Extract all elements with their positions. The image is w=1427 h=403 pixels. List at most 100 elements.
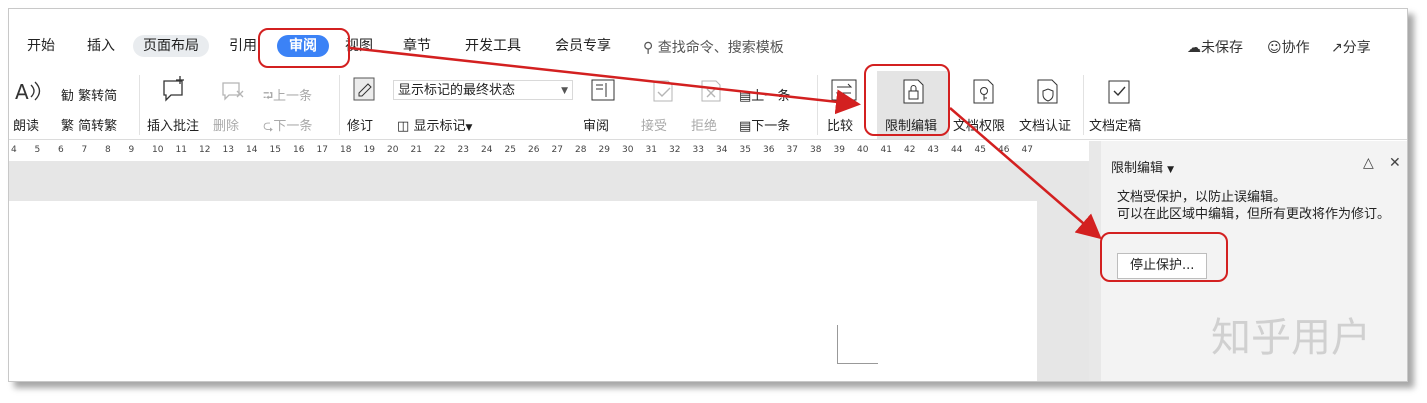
prev-change-icon: ▤ — [739, 89, 752, 104]
show-markup-label: 显示标记 — [413, 119, 466, 134]
ruler-tick: 15 — [269, 145, 281, 155]
ruler-tick: 19 — [363, 145, 375, 155]
doc-finalize-label: 文档定稿 — [1089, 119, 1142, 134]
collaborate-label: 协作 — [1281, 40, 1310, 56]
unsaved-label: 未保存 — [1201, 40, 1243, 56]
next-change-button[interactable]: ▤下一条 — [739, 115, 790, 134]
next-comment-button[interactable]: ⮎下一条 — [263, 115, 312, 139]
ruler-tick: 30 — [622, 145, 634, 155]
ruler-tick: 39 — [833, 145, 845, 155]
protection-line-2: 可以在此区域中编辑，但所有更改将作为修订。 — [1117, 207, 1391, 222]
ruler-tick: 28 — [575, 145, 587, 155]
cloud-icon: ☁ — [1187, 40, 1201, 56]
share-icon: ↗ — [1331, 40, 1343, 56]
prev-comment-label: 上一条 — [273, 89, 313, 104]
command-search[interactable]: ⚲ 查找命令、搜索模板 — [643, 37, 784, 57]
reject-label: 拒绝 — [691, 119, 718, 134]
user-icon: ☺ — [1267, 40, 1282, 56]
pane-title-dropdown[interactable]: 限制编辑 ▼ — [1111, 157, 1174, 176]
prev-comment-button[interactable]: ⮒上一条 — [263, 85, 312, 109]
ruler-tick: 21 — [410, 145, 422, 155]
page-margin-marker — [837, 325, 878, 364]
simp-to-trad-button[interactable]: 繁 简转繁 — [61, 115, 117, 134]
ruler-tick: 4 — [11, 145, 17, 155]
ruler-tick: 24 — [481, 145, 493, 155]
review-label: 审阅 — [583, 119, 610, 134]
ruler-tick: 5 — [34, 145, 41, 155]
ruler-tick: 38 — [810, 145, 822, 155]
collaborate-button[interactable]: ☺协作 — [1267, 37, 1310, 57]
app-window: 开始 插入 页面布局 引用 审阅 视图 章节 开发工具 会员专享 ⚲ 查找命令、… — [8, 8, 1408, 382]
doc-permissions-label: 文档权限 — [953, 119, 1006, 134]
simp-trad-icon: 繁 — [61, 119, 75, 134]
pin-icon[interactable]: △ — [1363, 155, 1374, 171]
ruler-tick: 20 — [387, 145, 399, 155]
accept-icon — [653, 80, 673, 102]
next-comment-label: 下一条 — [273, 119, 313, 134]
chevron-down-icon: ▼ — [465, 123, 473, 133]
share-button[interactable]: ↗分享 — [1331, 37, 1371, 57]
ruler-tick: 18 — [340, 145, 352, 155]
tab-start[interactable]: 开始 — [27, 37, 55, 55]
ruler-tick: 41 — [880, 145, 892, 155]
markup-display-select[interactable]: 显示标记的最终状态 ▼ — [393, 80, 573, 100]
ruler-tick: 44 — [951, 145, 963, 155]
prev-comment-icon: ⮒ — [263, 89, 274, 104]
ruler-tick: 14 — [246, 145, 258, 155]
prev-change-button[interactable]: ▤上一条 — [739, 85, 790, 104]
document-area — [9, 161, 1089, 381]
ruler-tick: 36 — [763, 145, 775, 155]
trad-simp-icon: 勧 — [61, 89, 75, 104]
ruler-tick: 9 — [128, 145, 135, 155]
next-change-icon: ▤ — [739, 119, 752, 134]
ruler-tick: 11 — [175, 145, 187, 155]
finalize-icon — [1108, 80, 1130, 104]
horizontal-ruler[interactable]: 4 5 6 7 8 9 10 11 12 13 14 15 16 17 18 19 20 21 22 23 24 25 26… — [9, 141, 1089, 161]
show-markup-button[interactable]: ◫ 显示标记▼ — [397, 115, 472, 134]
ruler-tick: 34 — [716, 145, 728, 155]
read-aloud-label: 朗读 — [13, 119, 40, 134]
tab-developer[interactable]: 开发工具 — [465, 37, 521, 55]
track-changes-icon — [353, 77, 375, 101]
ruler-tick: 32 — [669, 145, 681, 155]
ruler-tick: 45 — [974, 145, 986, 155]
trad-to-simp-button[interactable]: 勧 繁转简 — [61, 85, 117, 104]
svg-text:A: A — [15, 80, 29, 104]
ruler-tick: 31 — [645, 145, 657, 155]
search-placeholder: 查找命令、搜索模板 — [657, 40, 784, 56]
unsaved-button[interactable]: ☁未保存 — [1187, 37, 1243, 57]
delete-label: 删除 — [213, 119, 240, 134]
tab-page-layout[interactable]: 页面布局 — [133, 35, 209, 57]
ruler-tick: 22 — [434, 145, 446, 155]
tab-section[interactable]: 章节 — [403, 37, 431, 55]
tab-references[interactable]: 引用 — [229, 37, 257, 55]
doc-cert-label: 文档认证 — [1019, 119, 1072, 134]
comment-add-icon — [163, 76, 184, 102]
ruler-tick: 10 — [152, 145, 164, 155]
close-icon[interactable]: ✕ — [1389, 155, 1401, 171]
read-aloud-icon: A — [15, 80, 41, 104]
tab-member[interactable]: 会员专享 — [555, 37, 611, 55]
search-icon: ⚲ — [643, 40, 654, 56]
prev-change-label: 上一条 — [751, 89, 791, 104]
accept-label: 接受 — [641, 119, 668, 134]
tab-insert[interactable]: 插入 — [87, 37, 115, 55]
next-change-label: 下一条 — [751, 119, 791, 134]
menu-bar: 开始 插入 页面布局 引用 审阅 视图 章节 开发工具 会员专享 ⚲ 查找命令、… — [9, 9, 1407, 69]
certificate-icon — [1037, 79, 1058, 104]
revise-label: 修订 — [347, 119, 374, 134]
ribbon-divider — [339, 75, 340, 135]
ruler-tick: 43 — [927, 145, 939, 155]
ruler-tick: 23 — [457, 145, 469, 155]
ribbon-divider — [817, 75, 818, 135]
next-comment-icon: ⮎ — [263, 119, 274, 134]
doc-permission-icon — [973, 79, 994, 104]
chevron-down-icon: ▼ — [561, 86, 568, 96]
ribbon-divider — [1083, 75, 1084, 135]
document-page[interactable] — [9, 201, 1037, 381]
ruler-tick: 46 — [998, 145, 1010, 155]
reject-icon — [701, 80, 721, 102]
show-markup-icon: ◫ — [397, 119, 410, 134]
ruler-tick: 33 — [692, 145, 704, 155]
ruler-tick: 26 — [528, 145, 540, 155]
